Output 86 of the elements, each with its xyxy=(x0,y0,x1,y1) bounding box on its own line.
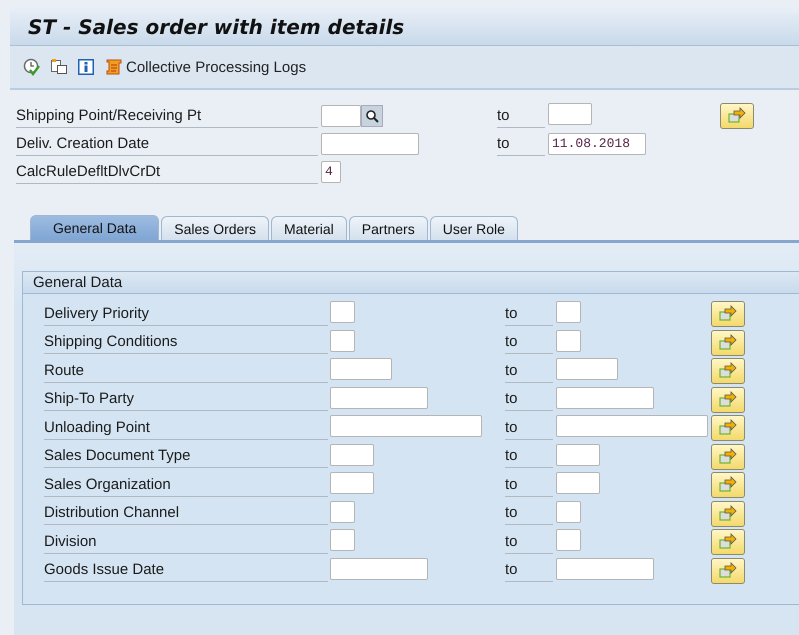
input-field[interactable]: 4 xyxy=(321,161,341,183)
to-label: to xyxy=(505,502,553,526)
arrow-box-icon xyxy=(718,562,738,580)
input-field[interactable] xyxy=(330,415,482,438)
field-label: Deliv. Creation Date xyxy=(16,132,318,156)
input-field[interactable] xyxy=(556,500,581,523)
to-label: to xyxy=(505,474,553,497)
to-label: to xyxy=(505,416,553,440)
tab[interactable]: General Data xyxy=(30,215,160,240)
input-field[interactable] xyxy=(330,386,428,409)
search-button[interactable] xyxy=(361,105,383,127)
multiple-selection-button[interactable] xyxy=(711,558,745,584)
arrow-box-icon xyxy=(718,476,738,494)
multiple-selection-button[interactable] xyxy=(711,386,745,413)
to-label: to xyxy=(505,388,553,412)
input-field[interactable] xyxy=(330,558,428,580)
arrow-box-icon xyxy=(718,362,738,380)
arrow-box-icon xyxy=(718,448,738,466)
arrow-box-icon xyxy=(718,305,738,324)
field-label: CalcRuleDefltDlvCrDt xyxy=(16,160,318,184)
input-field[interactable] xyxy=(330,301,355,324)
input-field[interactable] xyxy=(548,103,592,125)
arrow-box-icon xyxy=(718,390,738,409)
tab[interactable]: User Role xyxy=(430,216,518,240)
input-field[interactable] xyxy=(556,386,654,409)
multiple-selection-button[interactable] xyxy=(711,500,745,527)
arrow-box-icon xyxy=(718,533,738,552)
input-field[interactable] xyxy=(330,330,355,352)
to-label: to xyxy=(505,530,553,554)
field-label: Goods Issue Date xyxy=(44,559,328,582)
input-field[interactable] xyxy=(321,133,419,155)
input-field[interactable] xyxy=(330,444,374,466)
search-icon xyxy=(365,109,379,123)
input-field[interactable] xyxy=(556,330,581,352)
to-label: to xyxy=(505,559,553,582)
field-label: Unloading Point xyxy=(44,416,328,440)
input-field[interactable] xyxy=(556,301,581,324)
logs-button[interactable]: Collective Processing Logs xyxy=(104,58,306,76)
tab[interactable]: Material xyxy=(270,216,347,240)
to-label: to xyxy=(505,302,553,326)
to-label: to xyxy=(497,104,545,128)
field-label: Sales Document Type xyxy=(44,445,328,468)
input-field[interactable] xyxy=(330,472,374,494)
field-label: Delivery Priority xyxy=(44,302,328,326)
multiple-selection-button[interactable] xyxy=(711,415,745,442)
input-field[interactable] xyxy=(556,529,581,552)
input-field[interactable]: 11.08.2018 xyxy=(548,133,646,155)
to-label: to xyxy=(497,132,545,156)
arrow-box-icon xyxy=(718,419,738,438)
input-field[interactable] xyxy=(556,358,618,380)
multiple-selection-button[interactable] xyxy=(711,472,745,498)
arrow-box-icon xyxy=(718,504,738,523)
input-field[interactable] xyxy=(556,472,600,494)
multiple-selection-button[interactable] xyxy=(711,301,745,328)
field-label: Route xyxy=(44,360,328,383)
info-icon[interactable] xyxy=(77,58,95,76)
multiple-selection-button[interactable] xyxy=(720,103,754,129)
field-label: Shipping Point/Receiving Pt xyxy=(16,104,318,128)
arrow-box-icon xyxy=(727,107,747,125)
copy-icon[interactable] xyxy=(50,58,68,76)
clock-check-icon[interactable] xyxy=(23,58,41,76)
multiple-selection-button[interactable] xyxy=(711,358,745,384)
input-field[interactable] xyxy=(556,558,654,580)
input-field[interactable] xyxy=(321,105,361,127)
arrow-box-icon xyxy=(718,334,738,352)
field-label: Sales Organization xyxy=(44,474,328,497)
input-field[interactable] xyxy=(556,444,600,466)
to-label: to xyxy=(505,445,553,468)
field-label: Ship-To Party xyxy=(44,388,328,412)
field-label: Distribution Channel xyxy=(44,502,328,526)
field-label: Division xyxy=(44,530,328,554)
scroll-icon xyxy=(104,58,124,76)
multiple-selection-button[interactable] xyxy=(711,444,745,470)
window-title: ST - Sales order with item details xyxy=(28,14,404,38)
to-label: to xyxy=(505,360,553,383)
group-title: General Data xyxy=(33,274,122,291)
multiple-selection-button[interactable] xyxy=(711,330,745,356)
input-field[interactable] xyxy=(556,415,708,438)
tab[interactable]: Sales Orders xyxy=(161,216,269,240)
field-label: Shipping Conditions xyxy=(44,331,328,354)
tab[interactable]: Partners xyxy=(348,216,428,240)
input-field[interactable] xyxy=(330,358,392,380)
to-label: to xyxy=(505,331,553,354)
multiple-selection-button[interactable] xyxy=(711,529,745,556)
input-field[interactable] xyxy=(330,529,355,552)
input-field[interactable] xyxy=(330,500,355,523)
